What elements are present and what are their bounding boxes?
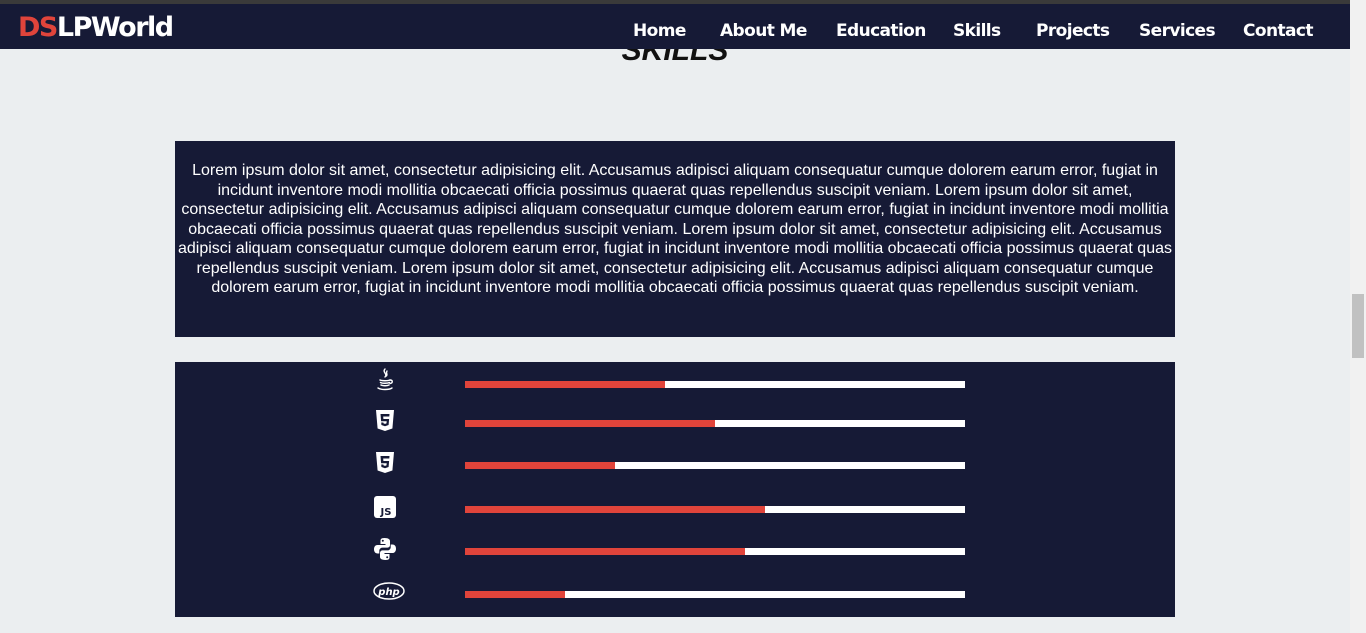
nav-education[interactable]: Education — [836, 20, 926, 42]
html5-icon — [373, 409, 397, 433]
scrollbar-thumb[interactable] — [1352, 294, 1364, 358]
php-icon: php — [373, 579, 407, 603]
nav-home[interactable]: Home — [633, 20, 686, 42]
skill-bar-fill-php — [465, 591, 565, 598]
javascript-icon: JS — [373, 495, 397, 519]
skill-bar-fill-java — [465, 381, 665, 388]
java-icon — [373, 368, 397, 392]
nav-skills[interactable]: Skills — [953, 20, 1001, 42]
nav-projects[interactable]: Projects — [1036, 20, 1110, 42]
navbar: DSLPWorld Home About Me Education Skills… — [0, 4, 1350, 49]
skill-bar-fill-python — [465, 548, 745, 555]
page-scrollbar[interactable] — [1350, 0, 1366, 633]
skills-panel: JS php — [175, 362, 1175, 617]
skill-bar-php — [465, 591, 965, 598]
logo[interactable]: DSLPWorld — [18, 12, 174, 44]
skill-bar-css3 — [465, 462, 965, 469]
svg-text:php: php — [377, 587, 399, 598]
skill-bar-javascript — [465, 506, 965, 513]
skills-description: Lorem ipsum dolor sit amet, consectetur … — [175, 141, 1175, 337]
python-icon — [373, 537, 397, 561]
skill-bar-html5 — [465, 420, 965, 427]
nav-about-me[interactable]: About Me — [720, 20, 807, 42]
nav-contact[interactable]: Contact — [1243, 20, 1313, 42]
skill-bar-fill-css3 — [465, 462, 615, 469]
skill-bar-python — [465, 548, 965, 555]
logo-ds: DS — [18, 12, 58, 43]
skill-bar-fill-html5 — [465, 420, 715, 427]
nav-services[interactable]: Services — [1139, 20, 1216, 42]
logo-lpworld: LPWorld — [56, 12, 174, 43]
svg-text:JS: JS — [380, 507, 392, 518]
skill-bar-java — [465, 381, 965, 388]
skill-bar-fill-javascript — [465, 506, 765, 513]
css3-icon — [373, 451, 397, 475]
